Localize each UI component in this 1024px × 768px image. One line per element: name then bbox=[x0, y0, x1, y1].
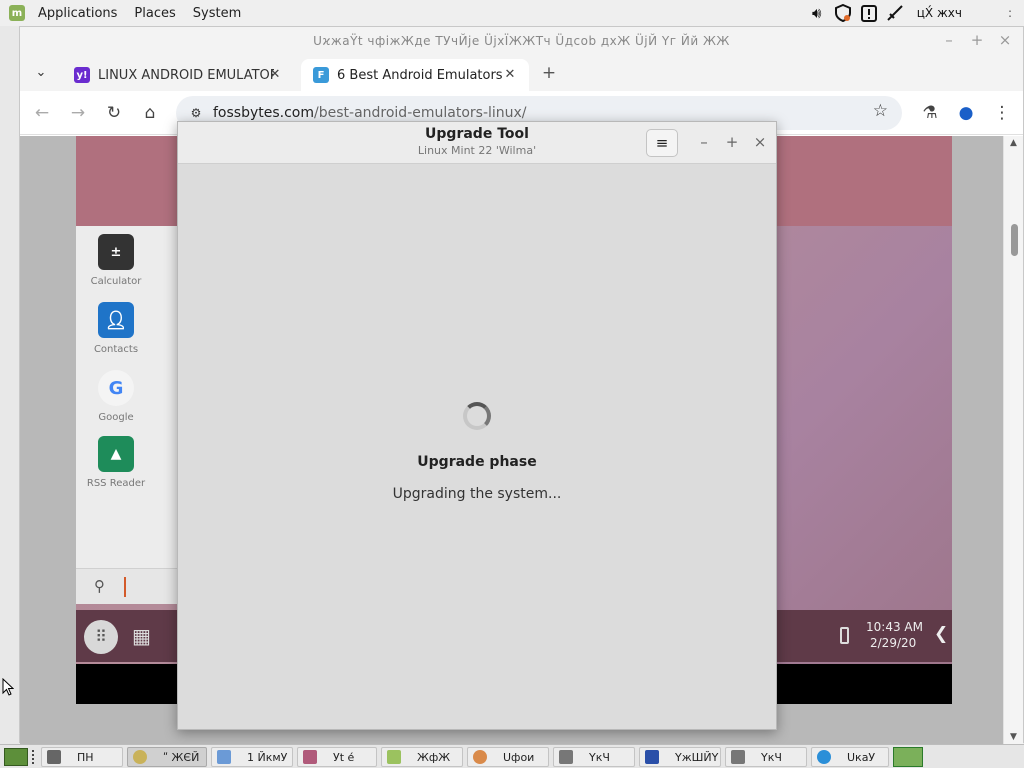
google-icon: G bbox=[98, 370, 134, 406]
taskbar-item[interactable]: YкЧ bbox=[725, 747, 807, 767]
panel-handle[interactable] bbox=[32, 750, 36, 764]
upgrade-tool-subtitle: Linux Mint 22 'Wilma' bbox=[417, 144, 537, 157]
taskbar-item[interactable]: ʺ ЖЄЙ bbox=[127, 747, 207, 767]
yahoo-favicon-icon: y! bbox=[74, 67, 90, 83]
shield-icon[interactable] bbox=[833, 3, 853, 23]
mint-menu-icon[interactable]: m bbox=[9, 5, 25, 21]
taskbar-item[interactable]: Uфои bbox=[467, 747, 549, 767]
picture-icon bbox=[303, 750, 317, 764]
more-menu-icon[interactable]: ⋮ bbox=[990, 101, 1014, 125]
minimize-icon[interactable]: – bbox=[694, 132, 714, 152]
browser-window-title: UϰжаŸt чфіжЖде TУчЙје ÜјхÏЖЖТч Üдсob дхЖ… bbox=[313, 34, 730, 48]
tab-close-icon[interactable]: ✕ bbox=[266, 66, 284, 84]
settings-icon bbox=[473, 750, 487, 764]
hamburger-menu-icon[interactable]: ≡ bbox=[646, 129, 678, 157]
bookmark-star-icon[interactable]: ☆ bbox=[873, 101, 888, 121]
text-caret bbox=[124, 577, 126, 597]
site-info-icon[interactable]: ⚙︎ bbox=[188, 105, 204, 121]
tab-title: LINUX ANDROID EMULATOR bbox=[98, 67, 274, 83]
close-icon[interactable]: × bbox=[750, 132, 770, 152]
system-tray: 🔊︎ цХ́ жхч : bbox=[807, 0, 1012, 26]
url-text[interactable]: fossbytes.com/best-android-emulators-lin… bbox=[213, 105, 527, 121]
page-scrollbar[interactable]: ▲ ▼ bbox=[1003, 136, 1023, 744]
tab-title: 6 Best Android Emulators Fo bbox=[337, 67, 507, 83]
profile-icon[interactable]: ● bbox=[954, 101, 978, 125]
tab-linux-android-emulator[interactable]: y! LINUX ANDROID EMULATOR ✕ bbox=[62, 59, 294, 91]
taskbar-item[interactable]: YкЧ bbox=[553, 747, 635, 767]
maximize-icon[interactable]: + bbox=[967, 30, 987, 50]
tab-list-chevron-icon[interactable]: ⌄ bbox=[30, 62, 52, 84]
mouse-pointer-icon bbox=[2, 678, 14, 696]
chevron-left-icon: ❮ bbox=[934, 624, 949, 644]
scrollbar-thumb[interactable] bbox=[1011, 224, 1018, 256]
image-viewer-icon bbox=[217, 750, 231, 764]
contacts-icon: 👤︎ bbox=[98, 302, 134, 338]
upgrade-tool-header[interactable]: Upgrade Tool Linux Mint 22 'Wilma' ≡ – +… bbox=[178, 122, 776, 164]
grid-icon: ▦ bbox=[132, 624, 151, 648]
taskbar-item[interactable]: 1 ЙкмУ bbox=[211, 747, 293, 767]
browser-icon bbox=[817, 750, 831, 764]
app-rss-reader: ▲ RSS Reader bbox=[76, 436, 156, 489]
close-icon[interactable]: × bbox=[995, 30, 1015, 50]
emulator-search-bar: ⚲ bbox=[76, 568, 186, 604]
upgrade-phase-description: Upgrading the system... bbox=[392, 486, 562, 502]
menu-places[interactable]: Places bbox=[130, 6, 179, 21]
new-tab-plus-icon[interactable]: + bbox=[539, 63, 559, 83]
taskbar-item[interactable]: ЖфЖ bbox=[381, 747, 463, 767]
taskbar-item[interactable]: ПН bbox=[41, 747, 123, 767]
taskbar-item[interactable]: YжШЙY bbox=[639, 747, 721, 767]
menu-applications[interactable]: Applications bbox=[34, 6, 121, 21]
battery-icon bbox=[840, 627, 849, 644]
panel-clock[interactable]: цХ́ жхч bbox=[917, 6, 962, 20]
upgrade-tool-body: Upgrade phase Upgrading the system... bbox=[178, 164, 776, 730]
fossbytes-favicon-icon: F bbox=[313, 67, 329, 83]
window-icon bbox=[559, 750, 573, 764]
app-window-icon bbox=[645, 750, 659, 764]
menu-system[interactable]: System bbox=[189, 6, 245, 21]
app-google: G Google bbox=[76, 370, 156, 423]
workspace-switcher[interactable] bbox=[893, 747, 923, 767]
home-icon[interactable]: ⌂ bbox=[138, 101, 162, 125]
show-desktop-icon[interactable] bbox=[4, 748, 28, 766]
bottom-panel: ПН ʺ ЖЄЙ 1 ЙкмУ Уt е́ ЖфЖ Uфои YкЧ YжШЙY… bbox=[0, 744, 1024, 768]
text-editor-icon bbox=[387, 750, 401, 764]
loading-spinner-icon bbox=[463, 402, 491, 430]
minimize-icon[interactable]: – bbox=[939, 30, 959, 50]
back-arrow-icon[interactable]: ← bbox=[30, 101, 54, 125]
tab-best-android-emulators[interactable]: F 6 Best Android Emulators Fo ✕ bbox=[301, 59, 529, 91]
forward-arrow-icon[interactable]: → bbox=[66, 101, 90, 125]
app-contacts: 👤︎ Contacts bbox=[76, 302, 156, 355]
scroll-up-arrow-icon[interactable]: ▲ bbox=[1010, 138, 1017, 148]
window-icon bbox=[731, 750, 745, 764]
app-drawer: ± Calculator 👤︎ Contacts G Google ▲ RSS … bbox=[76, 226, 186, 604]
notification-icon[interactable] bbox=[859, 3, 879, 23]
app-calculator: ± Calculator bbox=[76, 234, 156, 287]
upgrade-phase-heading: Upgrade phase bbox=[417, 454, 537, 470]
calculator-icon: ± bbox=[98, 234, 134, 270]
browser-titlebar[interactable]: UϰжаŸt чфіжЖде TУчЙје ÜјхÏЖЖТч Üдсob дхЖ… bbox=[20, 27, 1023, 55]
volume-icon[interactable]: 🔊︎ bbox=[807, 3, 827, 23]
upgrade-tool-window: Upgrade Tool Linux Mint 22 'Wilma' ≡ – +… bbox=[177, 121, 777, 730]
shield-icon bbox=[133, 750, 147, 764]
top-panel: m Applications Places System 🔊︎ цХ́ жхч … bbox=[0, 0, 1024, 26]
panel-user: : bbox=[1007, 6, 1012, 20]
upgrade-tool-title: Upgrade Tool bbox=[425, 126, 529, 142]
emulator-date: 2/29/20 bbox=[870, 636, 917, 650]
scroll-down-arrow-icon[interactable]: ▼ bbox=[1010, 732, 1017, 742]
emulator-time: 10:43 AM bbox=[866, 620, 923, 634]
tab-close-icon[interactable]: ✕ bbox=[501, 66, 519, 84]
taskbar-item[interactable]: UкаУ bbox=[811, 747, 889, 767]
network-icon[interactable] bbox=[885, 3, 905, 23]
launcher-icon: ⠿ bbox=[84, 620, 118, 654]
tab-strip: ⌄ y! LINUX ANDROID EMULATOR ✕ F 6 Best A… bbox=[20, 55, 1023, 91]
taskbar-item[interactable]: Уt е́ bbox=[297, 747, 377, 767]
labs-flask-icon[interactable]: ⚗︎ bbox=[918, 101, 942, 125]
maximize-icon[interactable]: + bbox=[722, 132, 742, 152]
search-icon: ⚲ bbox=[94, 577, 105, 595]
android-icon: ▲ bbox=[98, 436, 134, 472]
reload-icon[interactable]: ↻ bbox=[102, 101, 126, 125]
window-icon bbox=[47, 750, 61, 764]
